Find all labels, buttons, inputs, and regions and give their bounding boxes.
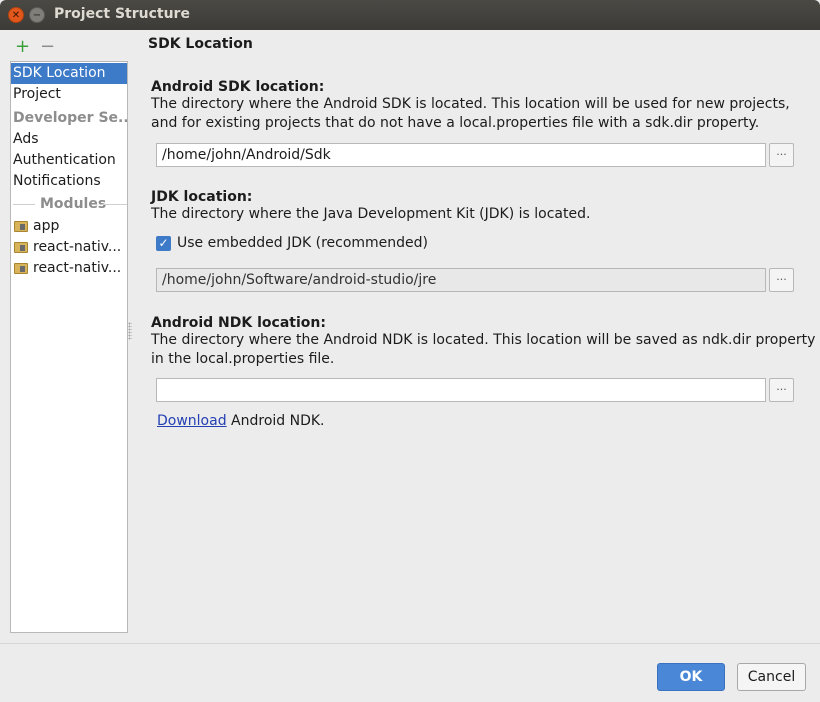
jdk-description: The directory where the Java Development… [151, 206, 591, 222]
sidebar: SDK Location Project Developer Se... Ads… [10, 61, 128, 633]
sdk-description-line2: and for existing projects that do not ha… [151, 115, 760, 131]
sdk-path-input[interactable] [156, 143, 766, 167]
sidebar-item-authentication[interactable]: Authentication [11, 150, 127, 171]
jdk-browse-button[interactable]: ... [769, 268, 794, 292]
sidebar-module-app[interactable]: app [11, 216, 127, 237]
sidebar-module-react-native-1[interactable]: react-nativ... [11, 237, 127, 258]
window-minimize-button[interactable]: − [29, 7, 45, 23]
ndk-description-line1: The directory where the Android NDK is l… [151, 332, 816, 348]
module-folder-icon [14, 242, 28, 253]
embedded-jdk-label[interactable]: Use embedded JDK (recommended) [177, 235, 428, 251]
download-ndk-link[interactable]: Download [157, 413, 227, 429]
window-close-button[interactable]: ✕ [8, 7, 24, 23]
modules-separator: Modules [13, 196, 127, 212]
module-label: react-nativ... [33, 260, 122, 276]
ok-button[interactable]: OK [657, 663, 725, 691]
jdk-location-heading: JDK location: [151, 189, 253, 205]
modules-header: Modules [40, 196, 107, 212]
ndk-download-row: Download Android NDK. [157, 413, 325, 429]
title-bar: ✕ − Project Structure [0, 0, 820, 30]
sidebar-item-project[interactable]: Project [11, 84, 127, 105]
separator-line [101, 204, 127, 205]
sidebar-item-sdk-location[interactable]: SDK Location [11, 63, 127, 84]
module-folder-icon [14, 263, 28, 274]
ndk-description-line2: in the local.properties file. [151, 351, 335, 367]
separator-line [13, 204, 35, 205]
ndk-path-input[interactable] [156, 378, 766, 402]
sdk-location-heading: Android SDK location: [151, 79, 325, 95]
window-title: Project Structure [54, 6, 190, 22]
sidebar-header-developer-services: Developer Se... [13, 110, 127, 126]
remove-icon[interactable]: − [40, 38, 55, 56]
module-folder-icon [14, 221, 28, 232]
download-ndk-suffix: Android NDK. [226, 413, 325, 429]
sdk-browse-button[interactable]: ... [769, 143, 794, 167]
module-label: react-nativ... [33, 239, 122, 255]
module-label: app [33, 218, 60, 234]
ndk-browse-button[interactable]: ... [769, 378, 794, 402]
sdk-description-line1: The directory where the Android SDK is l… [151, 96, 790, 112]
embedded-jdk-checkbox[interactable]: ✓ [156, 236, 171, 251]
page-title: SDK Location [148, 36, 253, 52]
jdk-path-input [156, 268, 766, 292]
sidebar-item-ads[interactable]: Ads [11, 129, 127, 150]
footer-divider [0, 643, 820, 644]
add-icon[interactable]: + [15, 38, 30, 56]
ndk-location-heading: Android NDK location: [151, 315, 326, 331]
sidebar-item-notifications[interactable]: Notifications [11, 171, 127, 192]
cancel-button[interactable]: Cancel [737, 663, 806, 691]
splitter-handle[interactable] [128, 322, 132, 340]
sidebar-module-react-native-2[interactable]: react-nativ... [11, 258, 127, 279]
